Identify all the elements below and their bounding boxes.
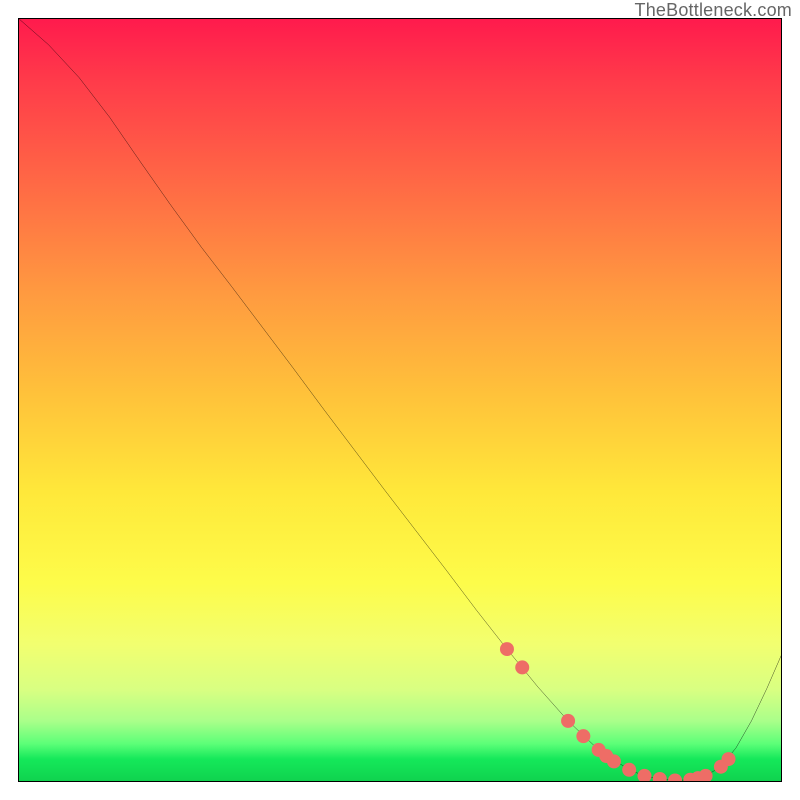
chart-gradient-background xyxy=(18,18,782,782)
bottleneck-chart: TheBottleneck.com xyxy=(0,0,800,800)
